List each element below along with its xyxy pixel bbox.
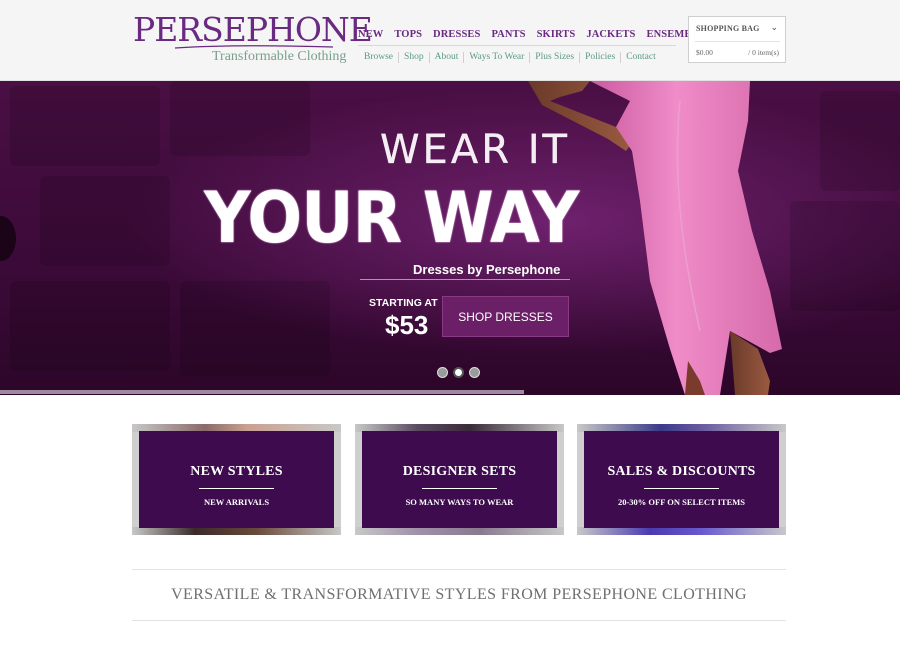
promo-sales-discounts[interactable]: SALES & DISCOUNTS 20-30% OFF ON SELECT I… bbox=[577, 424, 786, 535]
hero-price: $53 bbox=[385, 310, 429, 340]
shopping-bag-widget[interactable]: SHOPPING BAG ⌄ $0.00 / 0 item(s) bbox=[688, 16, 786, 63]
nav-dresses[interactable]: DRESSES bbox=[433, 29, 480, 40]
hero-divider bbox=[360, 279, 570, 280]
subnav-ways-to-wear[interactable]: Ways To Wear bbox=[463, 52, 529, 63]
slider-dot-2[interactable] bbox=[453, 367, 464, 378]
nav-new[interactable]: NEW bbox=[358, 29, 383, 40]
slider-dot-1[interactable] bbox=[437, 367, 448, 378]
promo-divider bbox=[199, 488, 274, 489]
promo-divider bbox=[422, 488, 497, 489]
tagline-divider-top bbox=[132, 569, 786, 570]
bag-total: $0.00 bbox=[696, 48, 713, 57]
nav-jackets[interactable]: JACKETS bbox=[586, 29, 635, 40]
hero-byline: Dresses by Persephone bbox=[413, 262, 561, 277]
promo-divider bbox=[644, 488, 719, 489]
promo-photo bbox=[355, 527, 564, 535]
subnav-browse[interactable]: Browse bbox=[362, 52, 398, 63]
subnav-plus-sizes[interactable]: Plus Sizes bbox=[529, 52, 579, 63]
slider-dots bbox=[437, 367, 480, 378]
site-header: PERSEPHONE Transformable Clothing NEW TO… bbox=[0, 0, 900, 81]
page-tagline: VERSATILE & TRANSFORMATIVE STYLES FROM P… bbox=[171, 586, 747, 603]
nav-divider bbox=[358, 45, 676, 46]
promo-title: DESIGNER SETS bbox=[402, 464, 517, 479]
nav-pants[interactable]: PANTS bbox=[491, 29, 525, 40]
promo-panel: SALES & DISCOUNTS 20-30% OFF ON SELECT I… bbox=[584, 431, 779, 528]
slider-dot-3[interactable] bbox=[469, 367, 480, 378]
bag-item-count: / 0 item(s) bbox=[748, 48, 779, 57]
nav-skirts[interactable]: SKIRTS bbox=[537, 29, 576, 40]
brand-tagline: Transformable Clothing bbox=[212, 49, 347, 64]
hero-banner[interactable]: WEAR IT YOUR WAY Dresses by Persephone S… bbox=[0, 81, 900, 395]
shop-dresses-button[interactable]: SHOP DRESSES bbox=[442, 296, 569, 337]
tagline-divider-bottom bbox=[132, 620, 786, 621]
promo-panel: NEW STYLES NEW ARRIVALS bbox=[139, 431, 334, 528]
promo-new-styles[interactable]: NEW STYLES NEW ARRIVALS bbox=[132, 424, 341, 535]
brand-logo[interactable]: PERSEPHONE Transformable Clothing bbox=[133, 10, 373, 70]
chevron-down-icon[interactable]: ⌄ bbox=[770, 22, 778, 33]
bag-divider bbox=[695, 41, 780, 42]
promo-title: SALES & DISCOUNTS bbox=[607, 464, 756, 479]
promo-photo bbox=[132, 527, 341, 535]
hero-headline-line1: WEAR IT bbox=[380, 127, 570, 173]
hero-starting-label: STARTING AT bbox=[369, 297, 438, 309]
subnav-policies[interactable]: Policies bbox=[579, 52, 620, 63]
main-nav: NEW TOPS DRESSES PANTS SKIRTS JACKETS EN… bbox=[358, 29, 723, 40]
subnav-about[interactable]: About bbox=[428, 52, 464, 63]
shopping-bag-title: SHOPPING BAG bbox=[696, 24, 760, 33]
sub-nav: Browse Shop About Ways To Wear Plus Size… bbox=[362, 52, 661, 63]
promo-subtitle: SO MANY WAYS TO WEAR bbox=[405, 497, 514, 507]
subnav-contact[interactable]: Contact bbox=[620, 52, 661, 63]
slider-progress-bar bbox=[0, 390, 524, 394]
promo-subtitle: 20-30% OFF ON SELECT ITEMS bbox=[617, 497, 746, 507]
nav-tops[interactable]: TOPS bbox=[394, 29, 422, 40]
promo-designer-sets[interactable]: DESIGNER SETS SO MANY WAYS TO WEAR bbox=[355, 424, 564, 535]
hero-headline-line2: YOUR WAY bbox=[204, 177, 579, 259]
promo-subtitle: NEW ARRIVALS bbox=[203, 497, 270, 507]
promo-title: NEW STYLES bbox=[190, 464, 283, 479]
promo-photo bbox=[577, 527, 786, 535]
subnav-shop[interactable]: Shop bbox=[398, 52, 429, 63]
promo-panel: DESIGNER SETS SO MANY WAYS TO WEAR bbox=[362, 431, 557, 528]
